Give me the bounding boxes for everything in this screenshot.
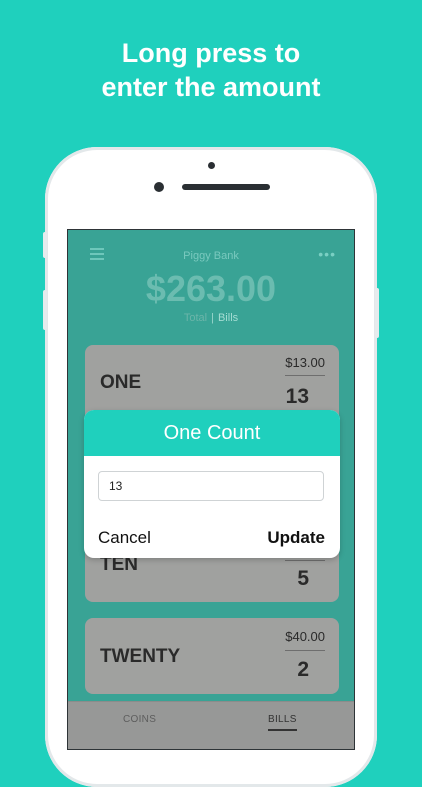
card-name: ONE xyxy=(100,372,142,393)
denomination-card-twenty[interactable]: TWENTY $40.00 2 xyxy=(85,618,339,694)
card-amount: $40.00 xyxy=(285,629,325,644)
total-amount: $263.00 xyxy=(145,268,277,309)
tab-total[interactable]: Total xyxy=(184,312,207,324)
card-count: 2 xyxy=(297,658,309,681)
tab-coins[interactable]: COINS xyxy=(123,714,156,725)
update-button[interactable]: Update xyxy=(267,528,325,548)
card-count: 5 xyxy=(297,567,309,590)
dialog-title: One Count xyxy=(84,410,340,456)
view-toggle: Total | Bills xyxy=(68,312,354,324)
phone-button xyxy=(43,232,47,258)
card-divider xyxy=(285,650,325,651)
earpiece-speaker xyxy=(182,184,270,190)
count-dialog: One Count Cancel Update xyxy=(84,410,340,558)
promo-line-1: Long press to xyxy=(121,38,301,68)
phone-button xyxy=(43,290,47,330)
front-camera xyxy=(154,182,164,192)
promo-line-2: enter the amount xyxy=(101,72,321,102)
tab-bills-bottom[interactable]: BILLS xyxy=(268,714,297,731)
card-divider xyxy=(285,560,325,561)
phone-button xyxy=(375,288,379,338)
tab-bills[interactable]: Bills xyxy=(218,312,238,324)
front-sensor xyxy=(208,162,215,169)
card-divider xyxy=(285,375,325,376)
cancel-button[interactable]: Cancel xyxy=(98,528,151,548)
card-count: 13 xyxy=(285,385,309,408)
count-input[interactable] xyxy=(98,471,324,501)
bottom-tab-bar: COINS BILLS xyxy=(68,701,354,749)
card-name: TWENTY xyxy=(100,646,181,667)
app-title: Piggy Bank xyxy=(183,250,239,262)
card-amount: $13.00 xyxy=(285,355,325,370)
tab-separator: | xyxy=(211,312,214,324)
promo-headline: Long press to enter the amount xyxy=(0,36,422,104)
